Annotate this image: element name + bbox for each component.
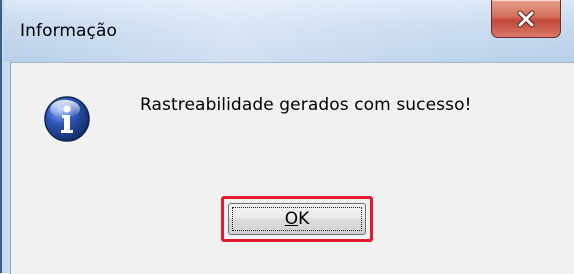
dialog-window: Informação Rastreabilidade gerados com s…	[0, 0, 574, 274]
dialog-body: Rastreabilidade gerados com sucesso! OK	[10, 62, 574, 274]
close-button[interactable]	[491, 0, 561, 38]
title-bar[interactable]: Informação	[4, 0, 574, 62]
ok-button-label: OK	[285, 209, 310, 229]
close-icon	[517, 10, 535, 27]
ok-button-highlight: OK	[221, 196, 373, 242]
message-text: Rastreabilidade gerados com sucesso!	[140, 95, 472, 115]
info-icon	[44, 96, 90, 142]
ok-label-rest: K	[298, 209, 310, 229]
ok-button[interactable]: OK	[228, 203, 366, 235]
ok-mnemonic: O	[284, 209, 299, 229]
dialog-title: Informação	[20, 21, 118, 41]
